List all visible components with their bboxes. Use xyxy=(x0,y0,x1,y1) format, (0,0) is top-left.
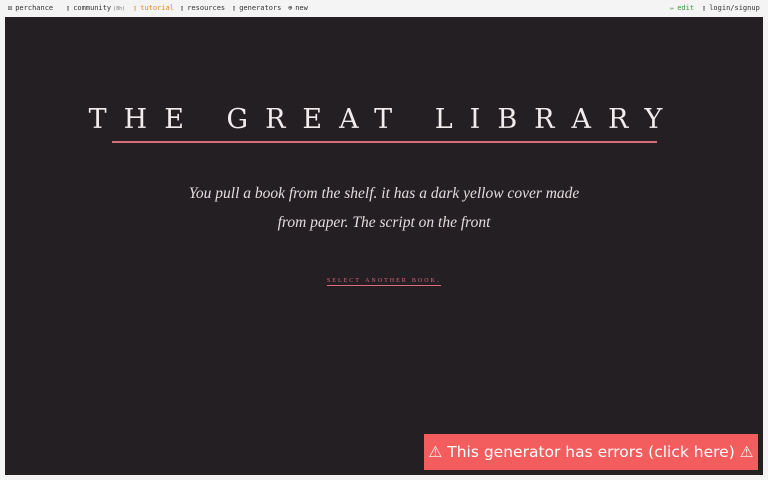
generator-output-frame: THE GREAT LIBRARY You pull a book from t… xyxy=(5,17,763,475)
user-icon: ▯ xyxy=(702,4,707,12)
nav-label-resources: resources xyxy=(187,4,226,12)
nav-label-community: community xyxy=(73,4,112,12)
resources-icon: ▯ xyxy=(180,4,185,12)
nav-label-new: new xyxy=(295,4,308,12)
plus-circle-icon: ⊕ xyxy=(288,4,293,12)
nav-label-tutorial: tutorial xyxy=(140,4,174,12)
nav-item-tutorial[interactable]: ▯ tutorial xyxy=(133,4,174,13)
login-signup-label: login/signup xyxy=(709,4,760,12)
nav-item-community[interactable]: ▯ community (8h) xyxy=(66,4,125,14)
select-another-book-container: select another book. xyxy=(5,274,763,284)
dice-icon: ⚄ xyxy=(8,4,13,12)
edit-label: edit xyxy=(677,4,695,12)
tutorial-icon: ▯ xyxy=(133,4,138,12)
page-title: THE GREAT LIBRARY xyxy=(88,104,680,135)
community-icon: ▯ xyxy=(66,4,71,12)
nav-label-generators: generators xyxy=(239,4,282,12)
community-badge: (8h) xyxy=(113,6,126,12)
pencil-icon: ✏ xyxy=(670,4,675,12)
title-underline-divider xyxy=(112,141,657,143)
nav-item-new[interactable]: ⊕ new xyxy=(288,4,308,13)
select-another-book-link[interactable]: select another book. xyxy=(327,274,441,284)
generator-errors-banner[interactable]: ⚠ This generator has errors (click here)… xyxy=(424,434,758,470)
story-text: You pull a book from the shelf. it has a… xyxy=(188,185,580,231)
login-signup-link[interactable]: ▯ login/signup xyxy=(702,4,760,13)
nav-item-resources[interactable]: ▯ resources xyxy=(180,4,225,13)
top-nav-bar: ⚄ perchance ▯ community (8h) ▯ tutorial ▯ res… xyxy=(0,0,768,17)
nav-label-perchance: perchance xyxy=(15,4,54,12)
edit-link[interactable]: ✏ edit xyxy=(670,4,694,13)
nav-item-generators[interactable]: ▯ generators xyxy=(232,4,281,13)
generators-icon: ▯ xyxy=(232,4,237,12)
nav-item-perchance[interactable]: ⚄ perchance xyxy=(8,4,53,13)
